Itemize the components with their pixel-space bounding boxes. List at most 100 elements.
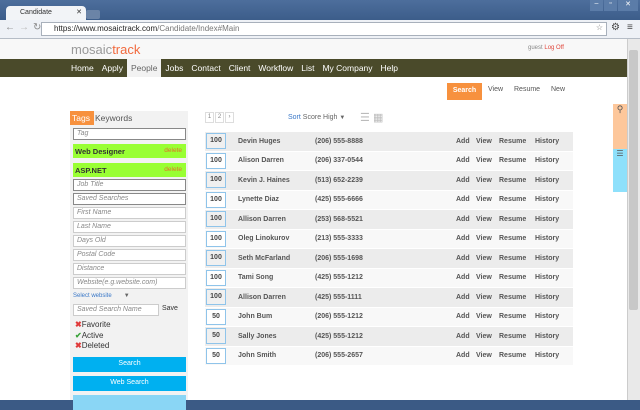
list-side-tab[interactable]: ☰ — [613, 149, 627, 192]
new-tab-button[interactable] — [86, 10, 100, 19]
back-icon[interactable]: ← — [5, 22, 15, 33]
nav-workflow[interactable]: Workflow — [254, 59, 297, 77]
close-tab-icon[interactable]: ✕ — [76, 8, 82, 16]
history-link[interactable]: History — [535, 177, 559, 184]
view-link[interactable]: View — [476, 196, 492, 203]
history-link[interactable]: History — [535, 157, 559, 164]
page-1[interactable]: 1 — [205, 112, 214, 123]
resume-link[interactable]: Resume — [499, 235, 526, 242]
resume-link[interactable]: Resume — [499, 274, 526, 281]
history-link[interactable]: History — [535, 294, 559, 301]
history-link[interactable]: History — [535, 274, 559, 281]
history-link[interactable]: History — [535, 333, 559, 340]
add-link[interactable]: Add — [456, 138, 470, 145]
web-search-button[interactable]: Web Search — [73, 376, 186, 391]
browser-tab[interactable]: Candidate ✕ — [6, 6, 86, 21]
view-link[interactable]: View — [488, 86, 503, 93]
history-link[interactable]: History — [535, 138, 559, 145]
add-link[interactable]: Add — [456, 177, 470, 184]
settings-icon[interactable]: ⚙ — [611, 22, 620, 33]
add-link[interactable]: Add — [456, 235, 470, 242]
resume-link[interactable]: Resume — [499, 294, 526, 301]
search-side-tab[interactable]: ⚲ — [613, 104, 627, 149]
days-old-input[interactable]: Days Old — [73, 235, 186, 247]
postal-code-input[interactable]: Postal Code — [73, 249, 186, 261]
next-page[interactable]: › — [225, 112, 234, 123]
scrollbar-thumb[interactable] — [629, 50, 638, 310]
minimize-button[interactable]: – — [590, 0, 603, 11]
star-icon[interactable]: ☆ — [596, 23, 603, 32]
add-link[interactable]: Add — [456, 294, 470, 301]
view-link[interactable]: View — [476, 157, 492, 164]
grid-view-icon[interactable]: ▦ — [373, 111, 383, 124]
resume-link[interactable]: Resume — [499, 216, 526, 223]
add-link[interactable]: Add — [456, 255, 470, 262]
candidate-name[interactable]: Kevin J. Haines — [238, 177, 290, 184]
page-2[interactable]: 2 — [215, 112, 224, 123]
resume-link[interactable]: Resume — [499, 157, 526, 164]
delete-tag-link[interactable]: delete — [164, 166, 182, 173]
resume-link[interactable]: Resume — [499, 138, 526, 145]
add-link[interactable]: Add — [456, 196, 470, 203]
add-link[interactable]: Add — [456, 274, 470, 281]
nav-list[interactable]: List — [297, 59, 318, 77]
candidate-name[interactable]: Sally Jones — [238, 333, 277, 340]
view-link[interactable]: View — [476, 274, 492, 281]
nav-people[interactable]: People — [126, 59, 162, 77]
nav-help[interactable]: Help — [377, 59, 402, 77]
nav-client[interactable]: Client — [225, 59, 255, 77]
candidate-name[interactable]: Oleg Linokurov — [238, 235, 289, 242]
address-bar[interactable]: https://www.mosaictrack.com/Candidate/In… — [41, 22, 607, 36]
history-link[interactable]: History — [535, 216, 559, 223]
history-link[interactable]: History — [535, 235, 559, 242]
save-button[interactable]: Save — [162, 305, 178, 312]
candidate-name[interactable]: Lynette Diaz — [238, 196, 279, 203]
add-link[interactable]: Add — [456, 333, 470, 340]
sort-dropdown[interactable]: Sort Score High ▼ — [288, 114, 345, 121]
search-tab-button[interactable]: Search — [447, 83, 482, 100]
resume-link[interactable]: Resume — [499, 313, 526, 320]
list-view-icon[interactable]: ☰ — [360, 111, 370, 124]
candidate-name[interactable]: Alison Darren — [238, 157, 284, 164]
add-link[interactable]: Add — [456, 216, 470, 223]
new-link[interactable]: New — [551, 86, 565, 93]
candidate-name[interactable]: John Smith — [238, 352, 276, 359]
resume-link[interactable]: Resume — [499, 177, 526, 184]
resume-link[interactable]: Resume — [514, 86, 540, 93]
first-name-input[interactable]: First Name — [73, 207, 186, 219]
delete-tag-link[interactable]: delete — [164, 147, 182, 154]
candidate-name[interactable]: Tami Song — [238, 274, 273, 281]
candidate-name[interactable]: Allison Darren — [238, 294, 286, 301]
extra-button[interactable] — [73, 395, 186, 410]
last-name-input[interactable]: Last Name — [73, 221, 186, 233]
nav-jobs[interactable]: Jobs — [161, 59, 187, 77]
view-link[interactable]: View — [476, 294, 492, 301]
distance-input[interactable]: Distance — [73, 263, 186, 275]
saved-search-name-input[interactable]: Saved Search Name — [73, 304, 159, 316]
view-link[interactable]: View — [476, 177, 492, 184]
resume-link[interactable]: Resume — [499, 352, 526, 359]
nav-contact[interactable]: Contact — [187, 59, 224, 77]
tag-input[interactable]: Tag — [73, 128, 186, 140]
nav-home[interactable]: Home — [67, 59, 98, 77]
close-window-button[interactable]: ✕ — [618, 0, 638, 11]
resume-link[interactable]: Resume — [499, 255, 526, 262]
history-link[interactable]: History — [535, 196, 559, 203]
nav-my-company[interactable]: My Company — [318, 59, 376, 77]
favorite-filter[interactable]: ✖Favorite — [75, 320, 111, 329]
history-link[interactable]: History — [535, 313, 559, 320]
tab-keywords[interactable]: Keywords — [95, 113, 132, 123]
logo[interactable]: mosaictrack — [71, 42, 140, 57]
candidate-name[interactable]: Seth McFarland — [238, 255, 290, 262]
forward-icon[interactable]: → — [19, 22, 29, 33]
select-website-dropdown[interactable]: Select website ▼ — [73, 293, 130, 299]
view-link[interactable]: View — [476, 352, 492, 359]
candidate-name[interactable]: Devin Huges — [238, 138, 280, 145]
active-filter[interactable]: ✔Active — [75, 331, 104, 340]
saved-searches-input[interactable]: Saved Searches — [73, 193, 186, 205]
view-link[interactable]: View — [476, 216, 492, 223]
add-link[interactable]: Add — [456, 157, 470, 164]
logoff-link[interactable]: Log Off — [544, 45, 564, 51]
history-link[interactable]: History — [535, 255, 559, 262]
view-link[interactable]: View — [476, 235, 492, 242]
